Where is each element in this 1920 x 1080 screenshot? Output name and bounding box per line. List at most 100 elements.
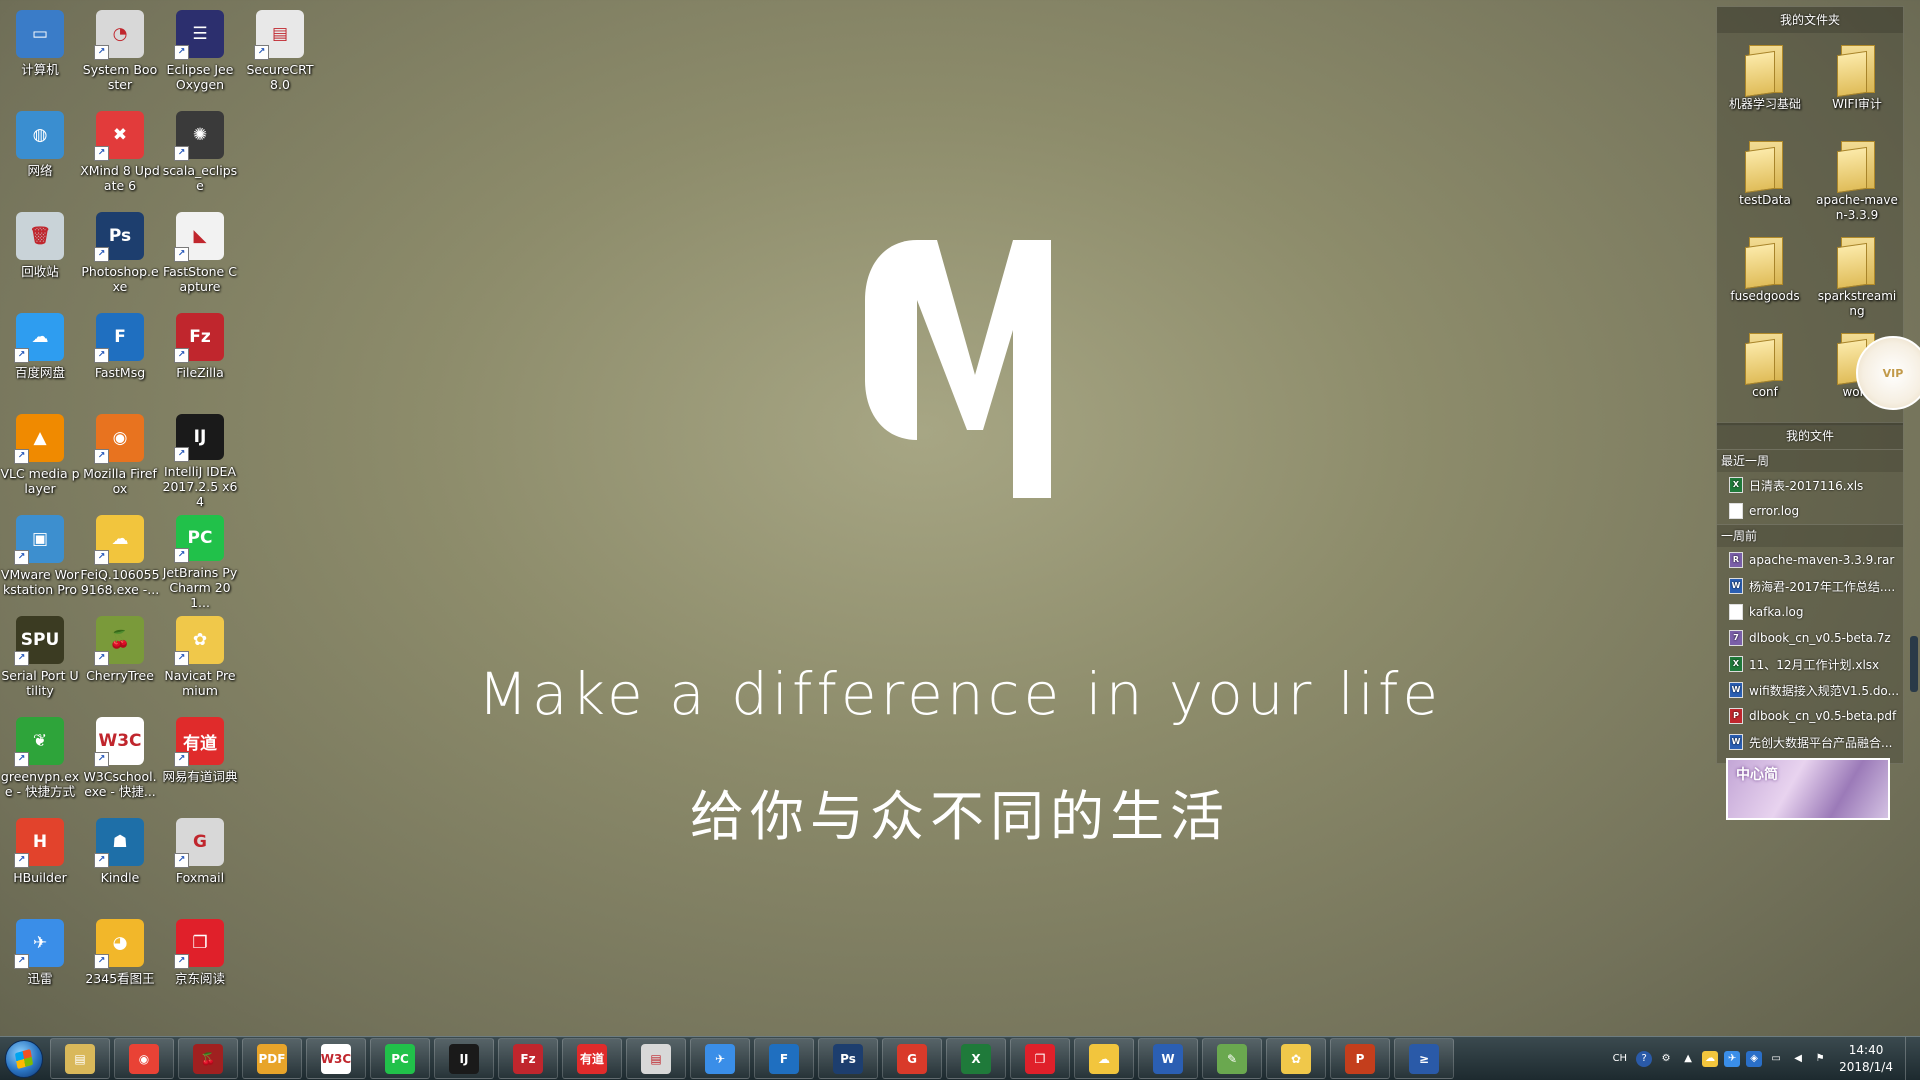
- desktop-icon-label: JetBrains PyCharm 201...: [162, 565, 238, 610]
- fence-folder[interactable]: fusedgoods: [1725, 233, 1805, 329]
- taskbar-button-pycharm[interactable]: PC: [370, 1038, 430, 1079]
- taskbar-button-jd-reader[interactable]: ❐: [1010, 1038, 1070, 1079]
- taskbar-button-word[interactable]: W: [1138, 1038, 1198, 1079]
- desktop-icon[interactable]: 🍒 ↗ CherryTree: [80, 610, 160, 711]
- desktop-icon[interactable]: PC ↗ JetBrains PyCharm 201...: [160, 509, 240, 610]
- taskbar-button-intellij[interactable]: IJ: [434, 1038, 494, 1079]
- input-language[interactable]: CH: [1613, 1053, 1628, 1064]
- fence-folder[interactable]: WIFI审计: [1817, 41, 1897, 137]
- word-icon: W: [1153, 1043, 1183, 1074]
- taskbar-button-fastmsg[interactable]: F: [754, 1038, 814, 1079]
- clock-time: 14:40: [1848, 1042, 1884, 1057]
- taskbar-button-w3cschool[interactable]: W3C: [306, 1038, 366, 1079]
- taskbar-button-xunlei[interactable]: ✈: [690, 1038, 750, 1079]
- file-section-header[interactable]: 一周前: [1717, 524, 1903, 547]
- taskbar-button-foxmail[interactable]: G: [882, 1038, 942, 1079]
- file-item[interactable]: X 日清表-2017116.xls: [1717, 472, 1903, 498]
- empty-slot: [240, 610, 320, 711]
- help-icon[interactable]: ?: [1636, 1050, 1653, 1067]
- sidebar-handle[interactable]: [1910, 636, 1918, 692]
- desktop-icon[interactable]: G ↗ Foxmail: [160, 812, 240, 913]
- taskbar-button-powerpoint[interactable]: P: [1330, 1038, 1390, 1079]
- desktop-icon[interactable]: 有道 ↗ 网易有道词典: [160, 711, 240, 812]
- desktop-icon[interactable]: ☗ ↗ Kindle: [80, 812, 160, 913]
- taskbar-button-securecrt[interactable]: ▤: [626, 1038, 686, 1079]
- desktop-icon[interactable]: F ↗ FastMsg: [80, 307, 160, 408]
- file-item[interactable]: Rapache-maven-3.3.9.rar: [1717, 547, 1903, 573]
- taskbar-button-youdao[interactable]: 有道: [562, 1038, 622, 1079]
- vip-badge-icon[interactable]: VIP: [1856, 336, 1920, 410]
- file-item[interactable]: X 11、12月工作计划.xlsx: [1717, 651, 1903, 677]
- taskbar-button-cherrytree[interactable]: 🍒: [178, 1038, 238, 1079]
- desktop-icon[interactable]: ◍ 网络: [0, 105, 80, 206]
- taskbar-button-powershell[interactable]: ≥: [1394, 1038, 1454, 1079]
- desktop-icon[interactable]: H ↗ HBuilder: [0, 812, 80, 913]
- desktop-icon[interactable]: ✺ ↗ scala_eclipse: [160, 105, 240, 206]
- file-name: 11、12月工作计划.xlsx: [1749, 657, 1880, 672]
- taskbar-button-excel[interactable]: X: [946, 1038, 1006, 1079]
- desktop-icon[interactable]: ◔ ↗ System Booster: [80, 4, 160, 105]
- fence-folder-label: testData: [1739, 193, 1791, 207]
- fence-folder[interactable]: sparkstreaming: [1817, 233, 1897, 329]
- clock[interactable]: 14:40 2018/1/4: [1839, 1042, 1893, 1076]
- settings-icon[interactable]: ⚙: [1658, 1051, 1674, 1067]
- file-item[interactable]: kafka.log: [1717, 599, 1903, 625]
- network-icon[interactable]: ▭: [1768, 1051, 1784, 1067]
- taskbar-button-pdf[interactable]: PDF: [242, 1038, 302, 1079]
- desktop-icon[interactable]: ☁ ↗ 百度网盘: [0, 307, 80, 408]
- taskbar-button-explorer[interactable]: ▤: [50, 1038, 110, 1079]
- file-item[interactable]: error.log: [1717, 498, 1903, 524]
- desktop-icon[interactable]: ❦ ↗ greenvpn.exe - 快捷方式: [0, 711, 80, 812]
- excel-file-icon: X: [1729, 656, 1743, 672]
- fence-folder[interactable]: apache-maven-3.3.9: [1816, 137, 1898, 233]
- desktop-icon[interactable]: ☁ ↗ FeiQ.1060559168.exe -...: [80, 509, 160, 610]
- taskbar-button-navicat[interactable]: ✿: [1266, 1038, 1326, 1079]
- file-item[interactable]: W 杨海君-2017年工作总结....: [1717, 573, 1903, 599]
- desktop-icon[interactable]: Ps ↗ Photoshop.exe: [80, 206, 160, 307]
- photoshop-icon: Ps: [833, 1043, 863, 1074]
- desktop-icon[interactable]: 🗑 回收站: [0, 206, 80, 307]
- taskbar-button-notepad[interactable]: ✎: [1202, 1038, 1262, 1079]
- desktop-icon[interactable]: ◕ ↗ 2345看图王: [80, 913, 160, 1014]
- desktop-icon[interactable]: Fz ↗ FileZilla: [160, 307, 240, 408]
- feiq-tray-icon[interactable]: ☁: [1702, 1050, 1719, 1067]
- desktop-icon[interactable]: W3C ↗ W3Cschool.exe - 快捷...: [80, 711, 160, 812]
- empty-slot: [240, 206, 320, 307]
- desktop-icon[interactable]: ◣ ↗ FastStone Capture: [160, 206, 240, 307]
- desktop-icon[interactable]: ☰ ↗ Eclipse Jee Oxygen: [160, 4, 240, 105]
- fence-folder[interactable]: 机器学习基础: [1725, 41, 1805, 137]
- desktop-icon[interactable]: ▭ 计算机: [0, 4, 80, 105]
- desktop-icon[interactable]: SPU ↗ Serial Port Utility: [0, 610, 80, 711]
- fence-folder[interactable]: testData: [1725, 137, 1805, 233]
- taskbar-button-filezilla[interactable]: Fz: [498, 1038, 558, 1079]
- volume-muted-icon[interactable]: ◀: [1790, 1051, 1806, 1067]
- fence-folder[interactable]: conf: [1725, 329, 1805, 425]
- desktop-icon[interactable]: ◉ ↗ Mozilla Firefox: [80, 408, 160, 509]
- desktop-icon[interactable]: ✈ ↗ 迅雷: [0, 913, 80, 1014]
- fence-folder-label: sparkstreaming: [1817, 289, 1897, 318]
- file-item[interactable]: W 先创大数据平台产品融合...: [1717, 729, 1903, 755]
- desktop-icon[interactable]: ❐ ↗ 京东阅读: [160, 913, 240, 1014]
- file-section-header[interactable]: 最近一周: [1717, 449, 1903, 472]
- taskbar-button-feiq[interactable]: ☁: [1074, 1038, 1134, 1079]
- photoshop-icon: Ps ↗: [94, 212, 144, 262]
- file-item[interactable]: Pdlbook_cn_v0.5-beta.pdf: [1717, 703, 1903, 729]
- security-shield-icon[interactable]: ◈: [1746, 1050, 1763, 1067]
- file-item[interactable]: 7 dlbook_cn_v0.5-beta.7z: [1717, 625, 1903, 651]
- file-item[interactable]: Wwifi数据接入规范V1.5.do...: [1717, 677, 1903, 703]
- desktop-icon[interactable]: ▣ ↗ VMware Workstation Pro: [0, 509, 80, 610]
- show-desktop-button[interactable]: [1905, 1037, 1920, 1080]
- desktop-icon[interactable]: ✖ ↗ XMind 8 Update 6: [80, 105, 160, 206]
- desktop-icon[interactable]: ✿ ↗ Navicat Premium: [160, 610, 240, 711]
- taskbar-button-chrome[interactable]: ◉: [114, 1038, 174, 1079]
- desktop-icon[interactable]: ▤ ↗ SecureCRT 8.0: [240, 4, 320, 105]
- desktop-icon[interactable]: IJ ↗ IntelliJ IDEA 2017.2.5 x64: [160, 408, 240, 509]
- tray-expand-icon[interactable]: ▲: [1680, 1051, 1696, 1067]
- action-center-flag-icon[interactable]: ⚑: [1812, 1051, 1828, 1067]
- start-button[interactable]: [0, 1037, 48, 1080]
- taskbar-button-photoshop[interactable]: Ps: [818, 1038, 878, 1079]
- computer-icon: ▭: [16, 10, 64, 58]
- thumbnail-preview[interactable]: 中心简: [1726, 758, 1890, 820]
- xunlei-tray-icon[interactable]: ✈: [1724, 1050, 1741, 1067]
- desktop-icon[interactable]: ▲ ↗ VLC media player: [0, 408, 80, 509]
